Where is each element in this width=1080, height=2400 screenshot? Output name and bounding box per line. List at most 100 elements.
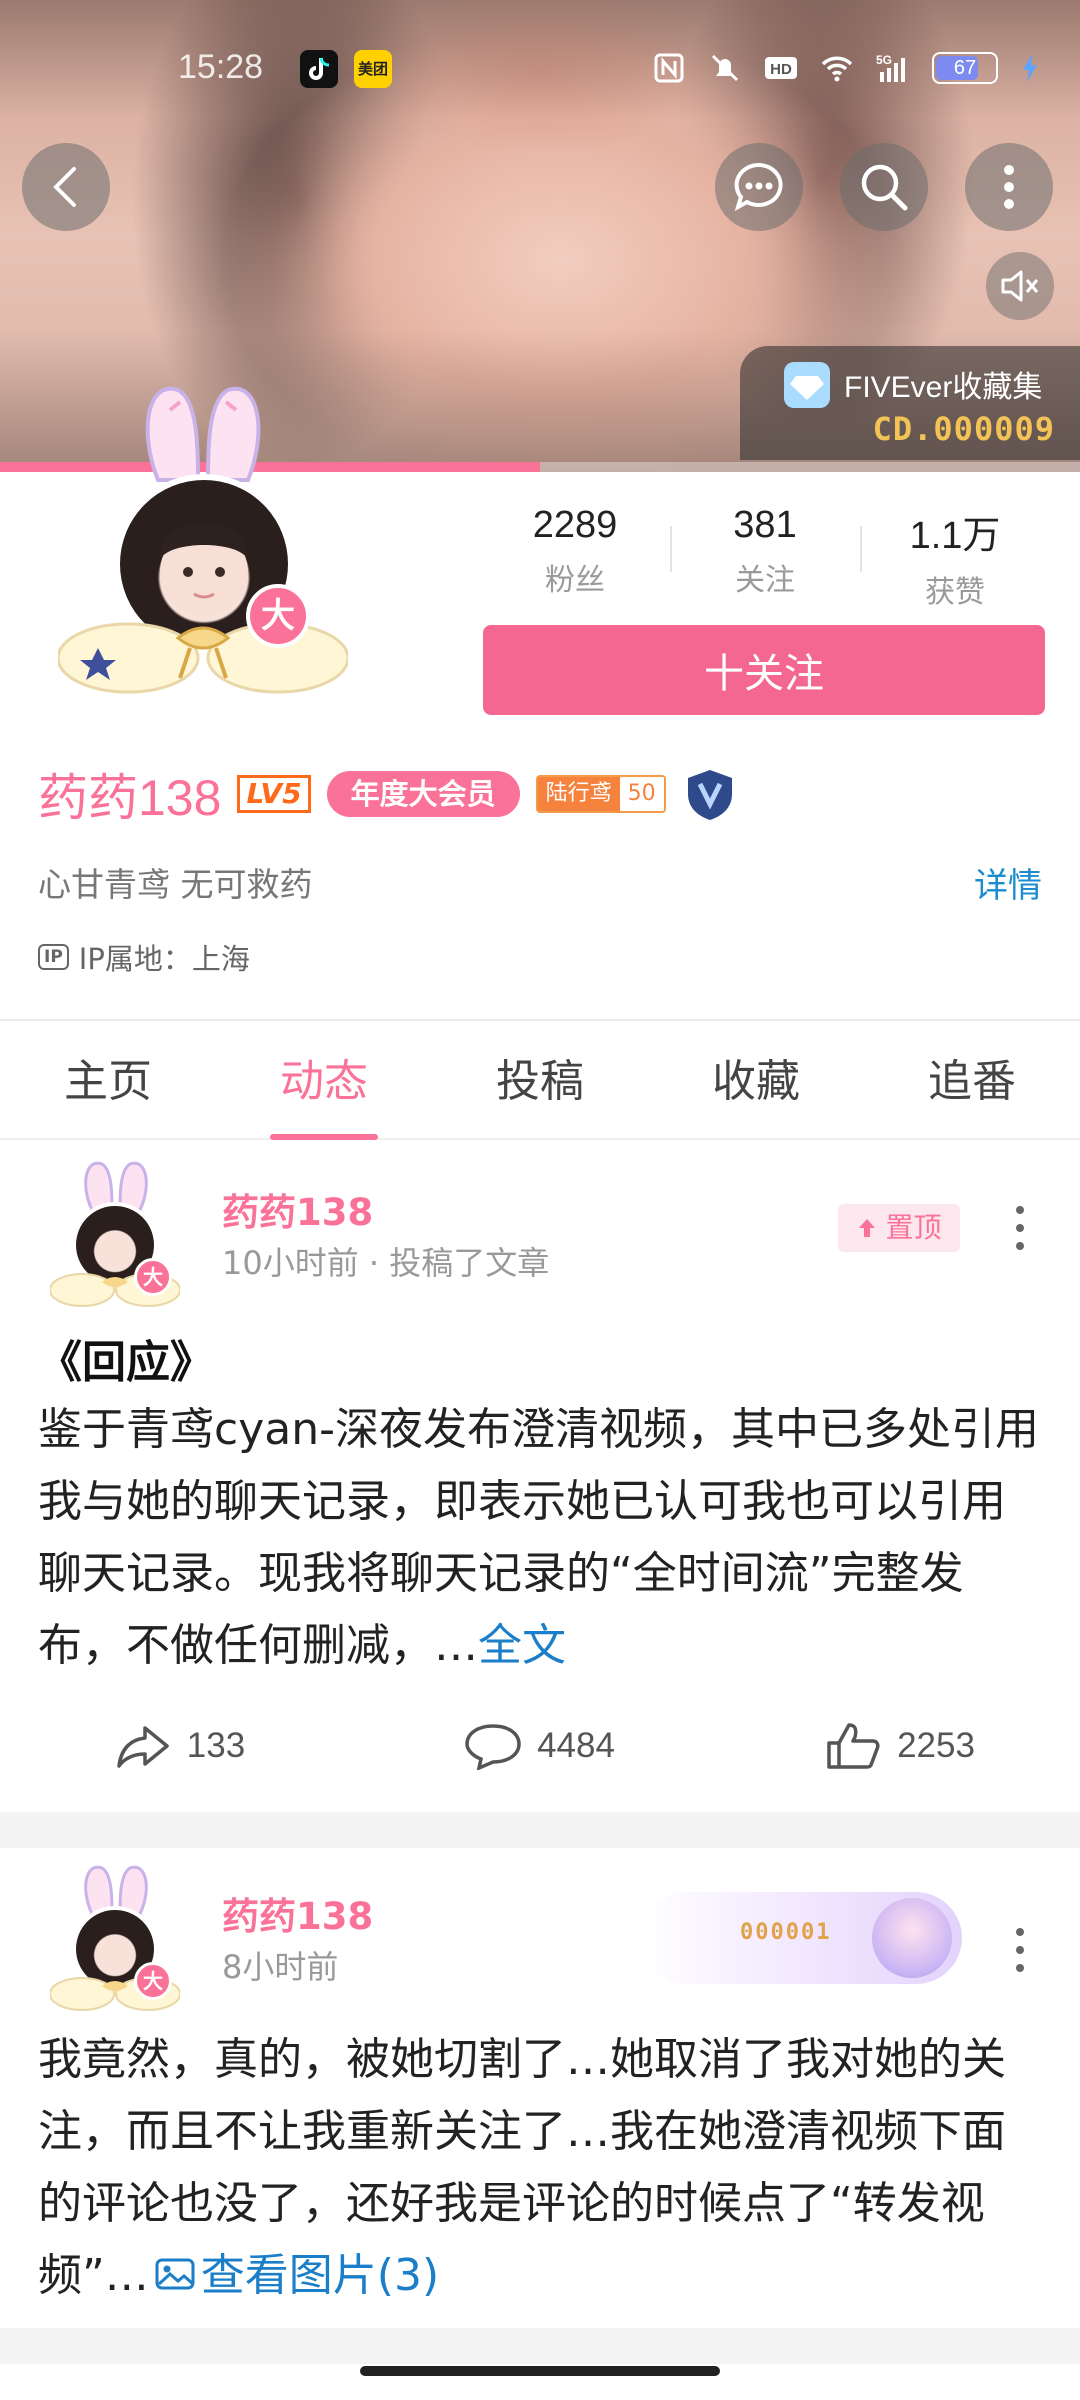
level-badge[interactable]: LV5: [237, 775, 311, 813]
comment-button[interactable]: 4484: [360, 1706, 720, 1786]
fan-medal[interactable]: 陆行鸢 50: [535, 775, 666, 813]
message-button[interactable]: [715, 143, 803, 231]
post-author-name[interactable]: 药药138: [222, 1886, 373, 1940]
likes-count: 1.1万: [909, 515, 1001, 557]
following-label: 关注: [735, 563, 795, 598]
view-images-label: 查看图片(3): [200, 2250, 440, 2301]
ip-icon: IP: [38, 944, 69, 970]
arrow-up-icon: [858, 1219, 875, 1237]
more-options-button[interactable]: [965, 143, 1053, 231]
battery-level: 67: [953, 57, 977, 79]
profile-avatar[interactable]: 大: [58, 368, 348, 698]
post-body[interactable]: 鉴于青鸢cyan-深夜发布澄清视频，其中已多处引用我与她的聊天记录，即表示她已认…: [38, 1394, 1048, 1682]
post-separator: [0, 2328, 1080, 2364]
signal-5g-icon: 5G: [876, 53, 905, 82]
nfc-icon: [654, 53, 684, 83]
decoration-card-badge[interactable]: 000001: [640, 1892, 962, 1984]
followers-count: 2289: [532, 504, 618, 546]
post-meta: 8小时前: [222, 1948, 339, 1986]
diamond-icon: [784, 362, 830, 408]
post-menu-button[interactable]: [1005, 1922, 1035, 1978]
vip-badge[interactable]: 年度大会员: [326, 771, 520, 817]
back-button[interactable]: [22, 143, 110, 231]
post-actions: 133 4484 2253: [0, 1706, 1080, 1786]
status-bar: 15:28 美团 HD 5G 67: [0, 40, 1080, 96]
collection-badge[interactable]: FIVEver收藏集 CD.000009: [740, 346, 1080, 460]
profile-stats: 2289 粉丝 381 关注 1.1万 获赞: [480, 496, 1050, 610]
post-avatar-badge: 大: [134, 1962, 172, 2000]
tiktok-icon: [300, 50, 338, 88]
follow-button[interactable]: 十关注: [483, 625, 1045, 715]
ip-location: IP IP属地：上海: [38, 936, 250, 978]
status-icons: HD 5G 67: [652, 48, 1040, 88]
medal-level: 50: [619, 777, 664, 811]
card-image: [872, 1898, 952, 1978]
ip-location-text: IP属地：上海: [78, 942, 250, 976]
post-title[interactable]: 《回应》: [38, 1326, 214, 1390]
meituan-icon: 美团: [354, 50, 392, 88]
collection-title: FIVEver收藏集: [844, 371, 1043, 404]
follow-label: 十关注: [704, 651, 824, 697]
wifi-icon: [821, 56, 853, 82]
svg-text:HD: HD: [770, 61, 792, 78]
post-menu-button[interactable]: [1005, 1200, 1035, 1256]
likes-label: 获赞: [925, 575, 985, 610]
medal-name: 陆行鸢: [537, 777, 620, 811]
post-body[interactable]: 我竟然，真的，被她切割了…她取消了我对她的关注，而且不让我重新关注了…我在她澄清…: [38, 2024, 1048, 2312]
image-icon: [155, 2258, 195, 2290]
post-card[interactable]: 大 药药138 10小时前 · 投稿了文章 置顶 《回应》 鉴于青鸢cyan-深…: [0, 1142, 1080, 1812]
post-card[interactable]: 大 药药138 8小时前 000001 我竟然，真的，被她切割了…她取消了我对她…: [0, 1848, 1080, 2328]
profile-tabs: 主页 动态 投稿 收藏 追番: [0, 1030, 1080, 1140]
name-row: 药药138 LV5 年度大会员 陆行鸢 50: [38, 758, 738, 830]
chevron-left-icon: [53, 167, 76, 207]
avatar-level-badge: 大: [246, 584, 310, 648]
tab-dynamics[interactable]: 动态: [216, 1030, 432, 1140]
tab-bangumi[interactable]: 追番: [864, 1030, 1080, 1138]
charging-icon: [1023, 54, 1037, 82]
like-button[interactable]: 2253: [720, 1706, 1080, 1786]
share-icon: [117, 1726, 169, 1768]
share-button[interactable]: 133: [0, 1706, 360, 1786]
hd-icon: HD: [765, 57, 797, 79]
vertical-dots-icon: [1004, 165, 1014, 209]
bunny-ears-decoration: [145, 386, 261, 482]
battery-icon: 67: [932, 52, 998, 84]
post-separator: [0, 1812, 1080, 1848]
stat-likes[interactable]: 1.1万 获赞: [860, 496, 1050, 610]
post-author-name[interactable]: 药药138: [222, 1182, 373, 1236]
tab-home[interactable]: 主页: [0, 1030, 216, 1138]
speaker-muted-icon: [1001, 270, 1039, 302]
post-meta: 10小时前 · 投稿了文章: [222, 1244, 550, 1282]
like-count: 2253: [897, 1726, 975, 1765]
mute-toggle-button[interactable]: [986, 252, 1054, 320]
post-author-avatar[interactable]: 大: [50, 1154, 180, 1314]
stat-followers[interactable]: 2289 粉丝: [480, 496, 670, 606]
pinned-badge: 置顶: [838, 1204, 960, 1252]
thumbs-up-icon: [827, 1723, 880, 1769]
shield-badge-icon[interactable]: [682, 766, 738, 822]
username: 药药138: [38, 770, 222, 826]
followers-label: 粉丝: [545, 563, 605, 598]
details-link[interactable]: 详情: [974, 858, 1042, 907]
mute-bell-icon: [711, 54, 739, 82]
comment-icon: [465, 1724, 521, 1770]
status-time: 15:28: [178, 48, 264, 86]
pinned-label: 置顶: [885, 1211, 942, 1244]
home-indicator[interactable]: [360, 2366, 720, 2376]
profile-bio: 心甘青鸢 无可救药: [38, 865, 313, 904]
svg-text:5G: 5G: [876, 53, 892, 67]
view-images-link[interactable]: 查看图片(3): [149, 2250, 439, 2301]
share-count: 133: [186, 1726, 246, 1765]
search-button[interactable]: [840, 143, 928, 231]
stat-following[interactable]: 381 关注: [670, 496, 860, 606]
post-author-avatar[interactable]: 大: [50, 1858, 180, 2018]
tab-favorites[interactable]: 收藏: [648, 1030, 864, 1138]
card-code: 000001: [740, 1920, 832, 1945]
read-more-link[interactable]: 全文: [478, 1620, 566, 1671]
tab-uploads[interactable]: 投稿: [432, 1030, 648, 1138]
collection-code: CD.000009: [872, 410, 1055, 448]
post-avatar-badge: 大: [134, 1258, 172, 1296]
following-count: 381: [733, 504, 797, 546]
comment-count: 4484: [537, 1726, 615, 1765]
section-divider: [0, 1019, 1080, 1021]
